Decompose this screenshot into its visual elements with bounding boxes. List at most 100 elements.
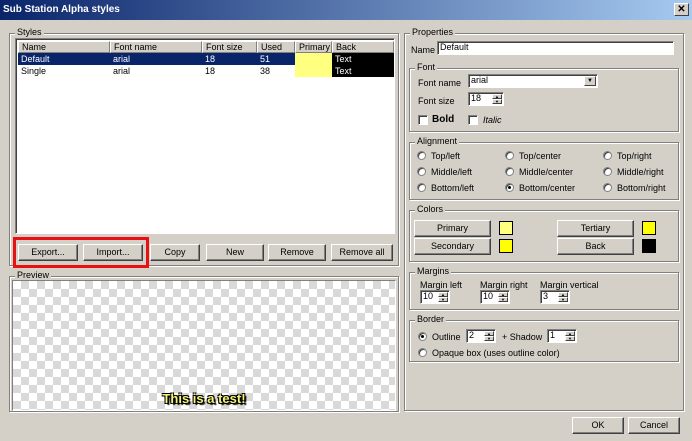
- outline-spin[interactable]: ▲ ▼: [484, 331, 494, 341]
- margin-right-value: 10: [483, 291, 494, 301]
- row-primary-swatch: [295, 53, 332, 65]
- highlight-box: [13, 237, 149, 268]
- font-size-stepper[interactable]: 18 ▲ ▼: [468, 92, 504, 106]
- align-middle-right-label: Middle/right: [617, 167, 664, 177]
- spin-down-icon[interactable]: ▼: [498, 297, 508, 302]
- back-color-button[interactable]: Back: [557, 238, 634, 255]
- row-used: 51: [260, 54, 271, 64]
- spin-down-icon[interactable]: ▼: [484, 336, 494, 341]
- row-font: arial: [113, 54, 131, 64]
- copy-button[interactable]: Copy: [150, 244, 200, 261]
- close-icon: ✕: [677, 4, 686, 15]
- primary-color-swatch[interactable]: [499, 221, 513, 235]
- outline-label: Outline: [432, 332, 461, 342]
- preview-group-label: Preview: [15, 270, 52, 280]
- outline-stepper[interactable]: 2 ▲ ▼: [466, 329, 496, 343]
- margins-group-label: Margins: [415, 266, 452, 276]
- font-size-spin[interactable]: ▲ ▼: [492, 94, 502, 104]
- outline-value: 2: [469, 330, 475, 340]
- align-bottom-left-radio[interactable]: [417, 183, 426, 192]
- align-top-right-label: Top/right: [617, 151, 652, 161]
- row-back-swatch: Text: [332, 53, 394, 65]
- align-top-left-radio[interactable]: [417, 151, 426, 160]
- margin-left-value: 10: [423, 291, 434, 301]
- row-size: 18: [205, 54, 216, 64]
- margin-right-label: Margin right: [480, 280, 528, 290]
- tertiary-color-button[interactable]: Tertiary: [557, 220, 634, 237]
- colors-group-label: Colors: [415, 204, 446, 214]
- spin-down-icon[interactable]: ▼: [438, 297, 448, 302]
- margin-left-stepper[interactable]: 10 ▲ ▼: [420, 290, 450, 304]
- styles-list-header: Name Font name Font size Used Primary Ba…: [18, 41, 394, 53]
- font-name-label: Font name: [418, 78, 462, 88]
- margin-right-spin[interactable]: ▲ ▼: [498, 292, 508, 302]
- close-button[interactable]: ✕: [674, 3, 689, 16]
- spin-down-icon[interactable]: ▼: [492, 99, 502, 104]
- new-button[interactable]: New: [206, 244, 264, 261]
- align-middle-left-radio[interactable]: [417, 167, 426, 176]
- alignment-group-label: Alignment: [415, 136, 460, 146]
- shadow-label: + Shadow: [502, 332, 543, 342]
- align-middle-right-radio[interactable]: [603, 167, 612, 176]
- margin-vertical-stepper[interactable]: 3 ▲ ▼: [540, 290, 570, 304]
- italic-checkbox[interactable]: [468, 115, 478, 125]
- secondary-color-button[interactable]: Secondary: [414, 238, 491, 255]
- styles-list[interactable]: Name Font name Font size Used Primary Ba…: [15, 38, 395, 234]
- margin-vertical-spin[interactable]: ▲ ▼: [558, 292, 568, 302]
- tertiary-color-swatch[interactable]: [642, 221, 656, 235]
- table-row[interactable]: Single arial 18 38 Text: [18, 65, 394, 77]
- align-middle-center-label: Middle/center: [519, 167, 574, 177]
- name-input[interactable]: Default: [437, 41, 674, 55]
- shadow-spin[interactable]: ▲ ▼: [565, 331, 575, 341]
- column-header-name[interactable]: Name: [18, 41, 110, 53]
- table-row[interactable]: Default arial 18 51 Text: [18, 53, 394, 65]
- back-color-swatch[interactable]: [642, 239, 656, 253]
- chevron-down-icon[interactable]: ▼: [584, 76, 596, 86]
- shadow-value: 1: [550, 330, 556, 340]
- align-top-center-label: Top/center: [519, 151, 562, 161]
- align-bottom-right-radio[interactable]: [603, 183, 612, 192]
- outline-radio[interactable]: [418, 332, 427, 341]
- column-header-primary[interactable]: Primary: [295, 41, 332, 53]
- bold-label: Bold: [432, 114, 455, 125]
- align-top-center-radio[interactable]: [505, 151, 514, 160]
- align-bottom-center-radio[interactable]: [505, 183, 514, 192]
- font-size-label: Font size: [418, 96, 455, 106]
- row-back-swatch: Text: [332, 65, 394, 77]
- primary-color-button[interactable]: Primary: [414, 220, 491, 237]
- bold-checkbox[interactable]: [418, 115, 428, 125]
- margin-vertical-label: Margin vertical: [540, 280, 599, 290]
- remove-button[interactable]: Remove: [268, 244, 326, 261]
- align-middle-center-radio[interactable]: [505, 167, 514, 176]
- align-bottom-right-label: Bottom/right: [617, 183, 666, 193]
- font-size-value: 18: [471, 93, 482, 103]
- row-name: Single: [21, 66, 47, 76]
- spin-down-icon[interactable]: ▼: [565, 336, 575, 341]
- window-title: Sub Station Alpha styles: [3, 4, 120, 15]
- align-bottom-center-label: Bottom/center: [519, 183, 576, 193]
- opaque-box-radio[interactable]: [418, 348, 427, 357]
- font-group-label: Font: [415, 62, 438, 72]
- column-header-font-name[interactable]: Font name: [110, 41, 202, 53]
- shadow-stepper[interactable]: 1 ▲ ▼: [547, 329, 577, 343]
- cancel-button[interactable]: Cancel: [628, 417, 680, 434]
- row-name: Default: [21, 54, 50, 64]
- column-header-used[interactable]: Used: [257, 41, 295, 53]
- remove-all-button[interactable]: Remove all: [331, 244, 393, 261]
- spin-down-icon[interactable]: ▼: [558, 297, 568, 302]
- secondary-color-swatch[interactable]: [499, 239, 513, 253]
- ok-button[interactable]: OK: [572, 417, 624, 434]
- properties-group-label: Properties: [410, 27, 456, 37]
- column-header-font-size[interactable]: Font size: [202, 41, 257, 53]
- font-name-value: arial: [471, 75, 489, 85]
- margin-right-stepper[interactable]: 10 ▲ ▼: [480, 290, 510, 304]
- font-name-select[interactable]: arial ▼: [468, 74, 598, 88]
- styles-group-label: Styles: [15, 27, 44, 37]
- align-bottom-left-label: Bottom/left: [431, 183, 475, 193]
- column-header-back[interactable]: Back: [332, 41, 394, 53]
- margin-vertical-value: 3: [543, 291, 549, 301]
- margin-left-spin[interactable]: ▲ ▼: [438, 292, 448, 302]
- row-size: 18: [205, 66, 216, 76]
- row-font: arial: [113, 66, 131, 76]
- align-top-right-radio[interactable]: [603, 151, 612, 160]
